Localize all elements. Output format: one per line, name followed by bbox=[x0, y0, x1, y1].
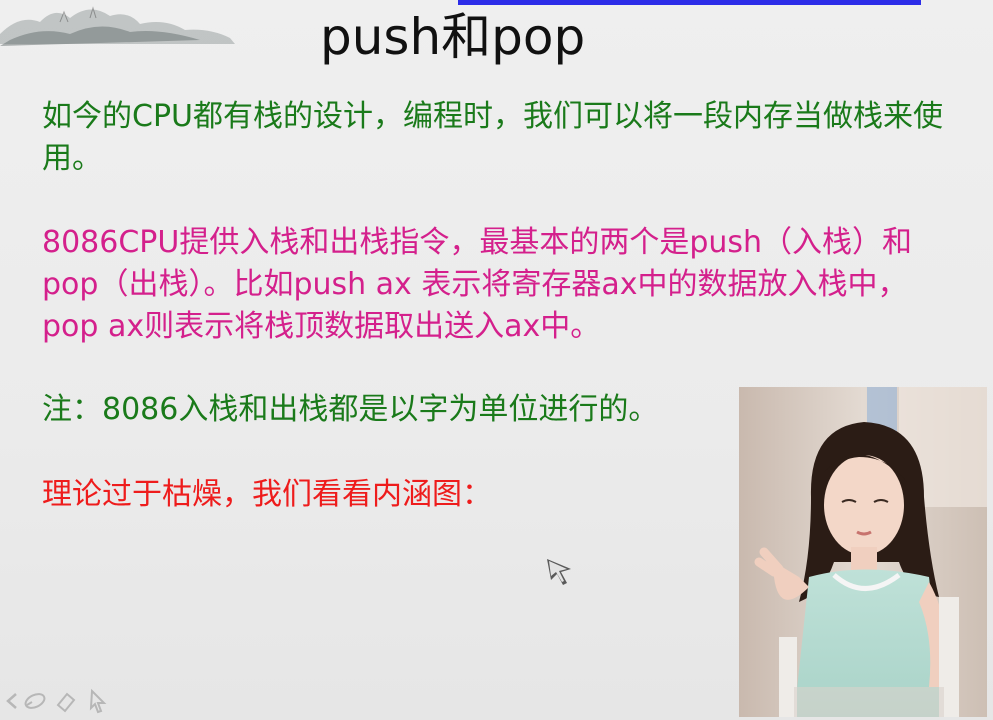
landscape-decoration-icon bbox=[0, 6, 235, 46]
pointer-cursor-icon bbox=[547, 559, 571, 585]
paragraph-transition: 理论过于枯燥，我们看看内涵图： bbox=[42, 477, 492, 512]
eraser-icon[interactable] bbox=[52, 686, 78, 716]
pen-icon[interactable] bbox=[22, 686, 48, 716]
photo-illustration bbox=[739, 387, 987, 717]
paragraph-push-pop: 8086CPU提供入栈和出栈指令，最基本的两个是push（入栈）和pop（出栈）… bbox=[42, 225, 913, 344]
photo-of-woman bbox=[739, 387, 987, 717]
presentation-slide: push和pop 如今的CPU都有栈的设计，编程时，我们可以将一段内存当做栈来使… bbox=[0, 0, 993, 720]
title-underline bbox=[458, 0, 921, 5]
presentation-toolbar bbox=[0, 686, 120, 716]
slide-title: push和pop bbox=[320, 8, 586, 66]
paragraph-note: 注：8086入栈和出栈都是以字为单位进行的。 bbox=[42, 392, 659, 427]
pointer-icon[interactable] bbox=[84, 686, 110, 716]
paragraph-stack-intro: 如今的CPU都有栈的设计，编程时，我们可以将一段内存当做栈来使用。 bbox=[42, 99, 943, 176]
